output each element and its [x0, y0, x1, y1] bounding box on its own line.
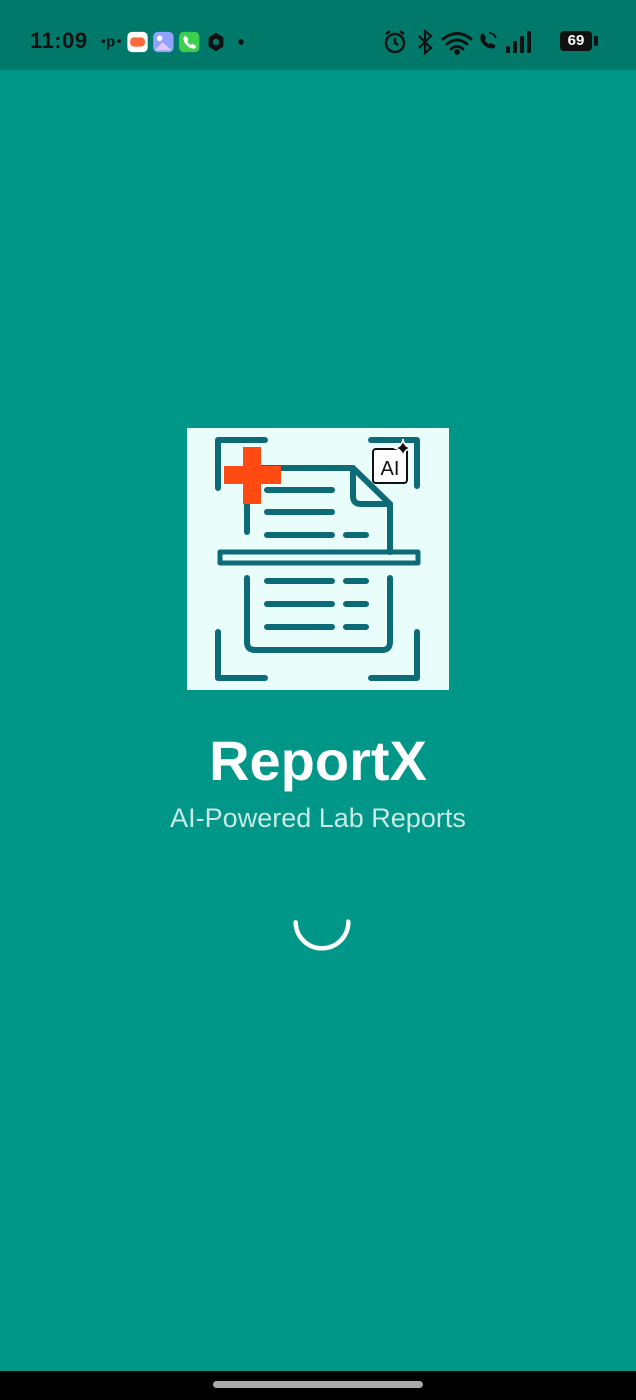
gallery-icon: [153, 31, 174, 53]
bluetooth-icon: [418, 29, 433, 55]
wifi-icon: [441, 32, 473, 55]
medical-cross-icon: [224, 447, 281, 504]
scan-corner-bl: [215, 629, 268, 681]
svg-text:p: p: [106, 35, 115, 51]
hex-app-icon: [208, 32, 224, 52]
wifi-call-icon: [480, 32, 497, 49]
status-bar: 11:09 p 69: [0, 0, 636, 70]
scan-line: [217, 549, 421, 566]
dot-icon: [238, 39, 244, 45]
document-scan-icon: AI: [215, 437, 421, 681]
signal-icon: [506, 31, 531, 53]
battery-icon: 69: [560, 31, 598, 51]
ai-badge-text: AI: [381, 458, 400, 480]
app-subtitle: AI-Powered Lab Reports: [170, 803, 466, 833]
app-logo: AI: [187, 428, 449, 690]
navigation-bar: [0, 1371, 636, 1400]
game-icon: [127, 31, 148, 53]
phone-app-icon: [179, 31, 200, 53]
app-title: ReportX: [209, 729, 427, 792]
ai-badge-icon: AI: [372, 438, 413, 484]
alarm-icon: [384, 30, 406, 54]
battery-level: 69: [567, 32, 585, 49]
status-time: 11:09: [30, 28, 88, 53]
status-left-icons: p: [101, 31, 244, 53]
scan-corner-br: [368, 629, 420, 681]
status-right-icons: [384, 29, 531, 55]
p-icon: p: [101, 35, 121, 51]
loading-spinner-icon: [293, 919, 351, 951]
home-gesture-handle[interactable]: [213, 1381, 423, 1388]
